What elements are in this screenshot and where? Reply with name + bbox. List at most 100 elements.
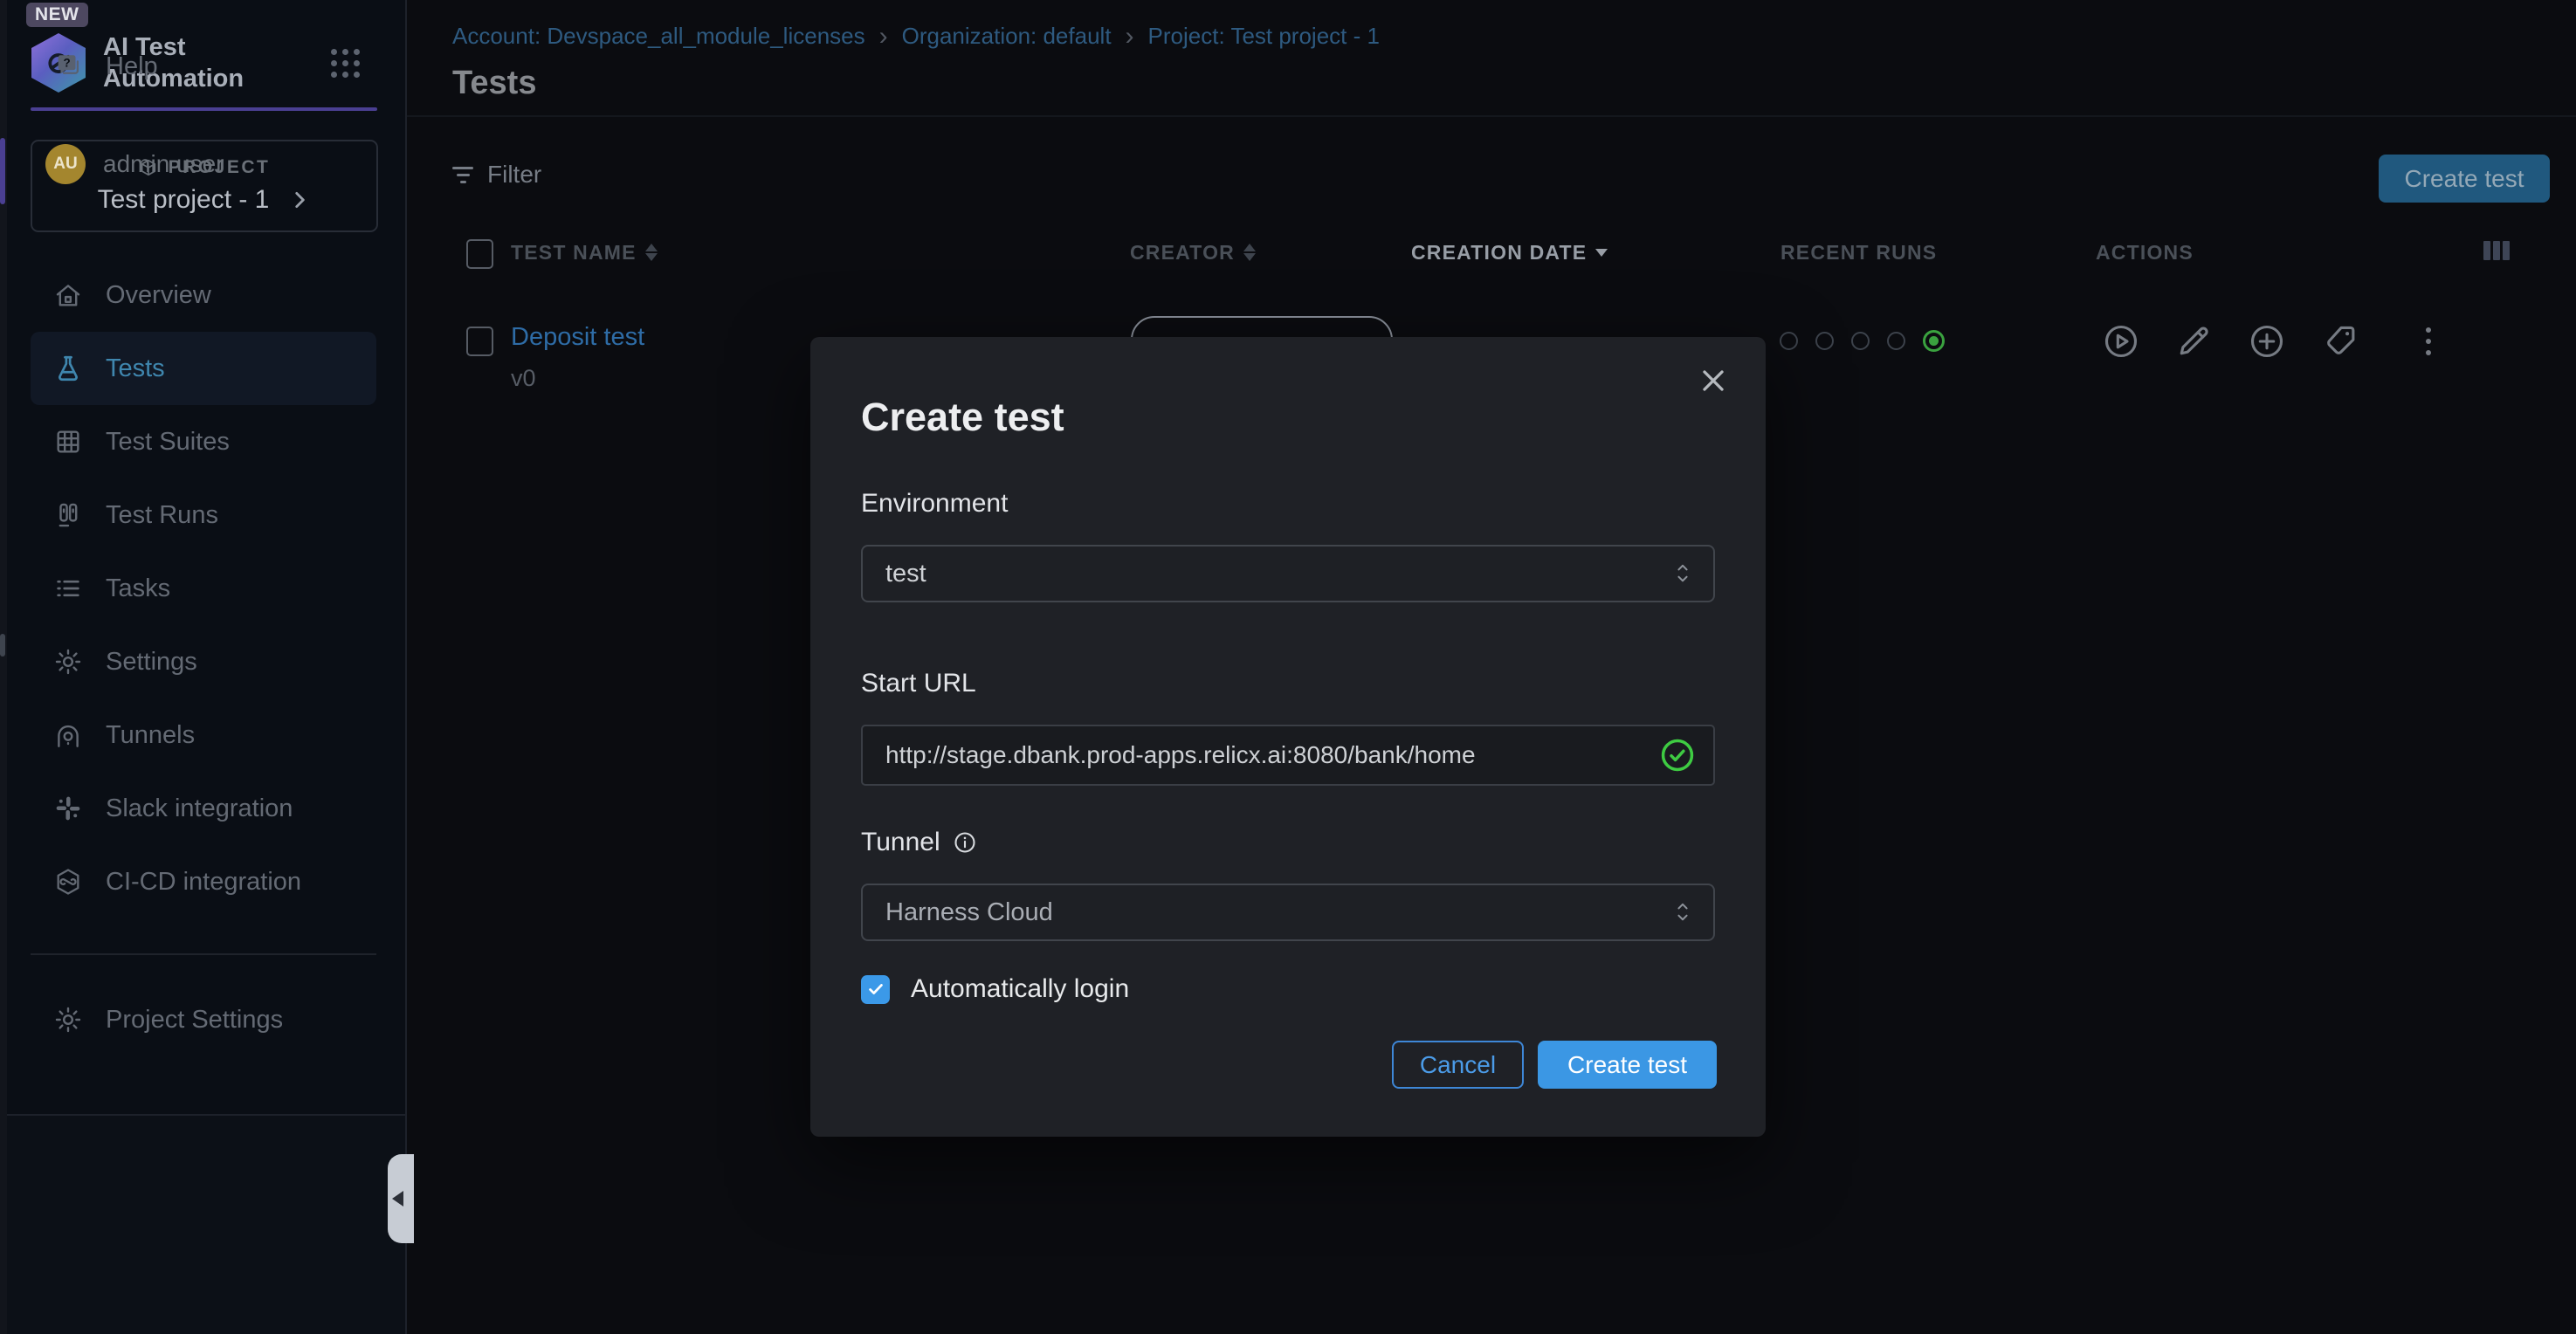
- cancel-button[interactable]: Cancel: [1392, 1041, 1524, 1089]
- start-url-value: http://stage.dbank.prod-apps.relicx.ai:8…: [885, 741, 1476, 769]
- modal-buttons: Cancel Create test: [1392, 1041, 1717, 1089]
- column-header-recent-runs: RECENT RUNS: [1780, 229, 1937, 276]
- sidebar-item-test-suites[interactable]: Test Suites: [31, 405, 376, 478]
- test-version: v0: [511, 365, 536, 392]
- sidebar-item-settings[interactable]: Settings: [31, 625, 376, 698]
- columns-icon: [53, 500, 83, 530]
- tunnel-icon: [53, 720, 83, 750]
- sidebar-item-label: Slack integration: [106, 794, 293, 823]
- slack-icon: [53, 794, 83, 823]
- column-label: TEST NAME: [511, 241, 637, 265]
- sidebar-footer-divider: [0, 1114, 405, 1116]
- sidebar-item-project-settings[interactable]: Project Settings: [31, 983, 376, 1056]
- header-divider: [407, 115, 2576, 117]
- sidebar-item-slack-integration[interactable]: Slack integration: [31, 772, 376, 845]
- row-checkbox[interactable]: [466, 327, 493, 356]
- column-label: CREATION DATE: [1411, 241, 1587, 265]
- environment-label: Environment: [861, 489, 1008, 519]
- add-plus-icon[interactable]: [2248, 322, 2286, 361]
- breadcrumb-project-link[interactable]: Project: Test project - 1: [1148, 23, 1380, 50]
- auto-login-row: Automatically login: [861, 974, 1129, 1004]
- column-header-creation-date[interactable]: CREATION DATE: [1411, 229, 1608, 276]
- select-chevrons-icon: [1673, 561, 1692, 586]
- tunnel-label: Tunnel: [861, 828, 940, 857]
- sidebar-item-tests[interactable]: Tests: [31, 332, 376, 405]
- run-status-empty: [1815, 332, 1834, 350]
- sidebar: NEW AI Test Automation PROJECT: [0, 0, 407, 1334]
- page-title: Tests: [452, 65, 536, 102]
- filter-label: Filter: [487, 161, 541, 189]
- sidebar-item-overview[interactable]: Overview: [31, 258, 376, 332]
- sidebar-item-label: Test Runs: [106, 501, 218, 530]
- sidebar-item-label: Tasks: [106, 574, 170, 603]
- tunnel-select[interactable]: Harness Cloud: [861, 884, 1715, 941]
- recent-runs: [1780, 330, 1945, 352]
- sidebar-nav: Overview Tests Test Suites: [31, 258, 376, 1056]
- home-icon: [53, 280, 83, 310]
- run-status-empty: [1780, 332, 1798, 350]
- create-test-toolbar-button[interactable]: Create test: [2379, 155, 2550, 203]
- user-menu[interactable]: AU admin user: [31, 127, 376, 201]
- user-name: admin user: [103, 150, 224, 178]
- svg-text:?: ?: [63, 57, 70, 70]
- creation-date-clipped: ​: [1418, 321, 1596, 331]
- sidebar-item-label: Test Suites: [106, 428, 230, 457]
- sidebar-item-tunnels[interactable]: Tunnels: [31, 698, 376, 772]
- table-header: TEST NAME CREATOR CREATION DATE RECENT R…: [407, 229, 2576, 276]
- auto-login-label: Automatically login: [911, 974, 1129, 1004]
- sidebar-item-test-runs[interactable]: Test Runs: [31, 478, 376, 552]
- column-header-actions: ACTIONS: [2096, 229, 2194, 276]
- sort-icon: [1243, 244, 1256, 261]
- column-settings-icon[interactable]: [2483, 241, 2510, 260]
- breadcrumb-org-link[interactable]: Organization: default: [902, 23, 1112, 50]
- filter-button[interactable]: Filter: [452, 161, 541, 189]
- new-badge: NEW: [26, 3, 88, 27]
- select-all-checkbox[interactable]: [466, 239, 493, 269]
- sidebar-collapse-handle[interactable]: [388, 1154, 414, 1243]
- rail-scroll-thumb-2[interactable]: [0, 634, 5, 657]
- sidebar-divider: [31, 953, 376, 955]
- sidebar-item-label: Settings: [106, 648, 197, 677]
- column-label: ACTIONS: [2096, 241, 2194, 265]
- filter-icon: [452, 167, 473, 183]
- sidebar-footer: [0, 1116, 405, 1334]
- rail-scroll-thumb[interactable]: [0, 138, 5, 204]
- start-url-input[interactable]: http://stage.dbank.prod-apps.relicx.ai:8…: [861, 725, 1715, 786]
- sidebar-item-label: CI-CD integration: [106, 868, 301, 897]
- list-icon: [53, 574, 83, 603]
- info-icon[interactable]: [953, 830, 977, 855]
- brand-underline: [31, 107, 377, 111]
- sidebar-item-label: Tunnels: [106, 721, 195, 750]
- sidebar-item-label: Project Settings: [106, 1006, 283, 1035]
- sidebar-item-tasks[interactable]: Tasks: [31, 552, 376, 625]
- run-status-pass: [1923, 330, 1945, 352]
- sort-desc-icon: [1595, 249, 1608, 257]
- sidebar-item-label: Tests: [106, 354, 165, 383]
- run-status-empty: [1887, 332, 1905, 350]
- environment-value: test: [885, 560, 926, 588]
- auto-login-checkbox[interactable]: [861, 975, 890, 1004]
- edit-pencil-icon[interactable]: [2174, 322, 2213, 361]
- environment-select[interactable]: test: [861, 545, 1715, 602]
- chevron-separator-icon: ›: [1126, 25, 1134, 48]
- create-test-submit-button[interactable]: Create test: [1538, 1041, 1717, 1089]
- test-name-link[interactable]: Deposit test: [511, 323, 644, 352]
- sidebar-item-help[interactable]: ? Help: [31, 30, 376, 103]
- valid-check-icon: [1659, 737, 1696, 774]
- more-actions-kebab-icon[interactable]: [2413, 326, 2444, 357]
- column-header-test-name[interactable]: TEST NAME: [511, 229, 658, 276]
- help-item-wrap: ? Help: [31, 30, 376, 103]
- column-header-creator[interactable]: CREATOR: [1130, 229, 1256, 276]
- gear-icon: [53, 1005, 83, 1035]
- run-test-icon[interactable]: [2102, 322, 2140, 361]
- tag-icon[interactable]: [2321, 322, 2359, 361]
- breadcrumb-account-link[interactable]: Account: Devspace_all_module_licenses: [452, 23, 865, 50]
- chevron-separator-icon: ›: [879, 25, 888, 48]
- cicd-link-icon: [53, 867, 83, 897]
- close-icon[interactable]: [1696, 363, 1731, 398]
- sidebar-item-cicd-integration[interactable]: CI-CD integration: [31, 845, 376, 918]
- modal-title: Create test: [861, 395, 1064, 440]
- tunnel-value: Harness Cloud: [885, 898, 1053, 927]
- app-window: NEW AI Test Automation PROJECT: [0, 0, 2576, 1334]
- grid-icon: [53, 427, 83, 457]
